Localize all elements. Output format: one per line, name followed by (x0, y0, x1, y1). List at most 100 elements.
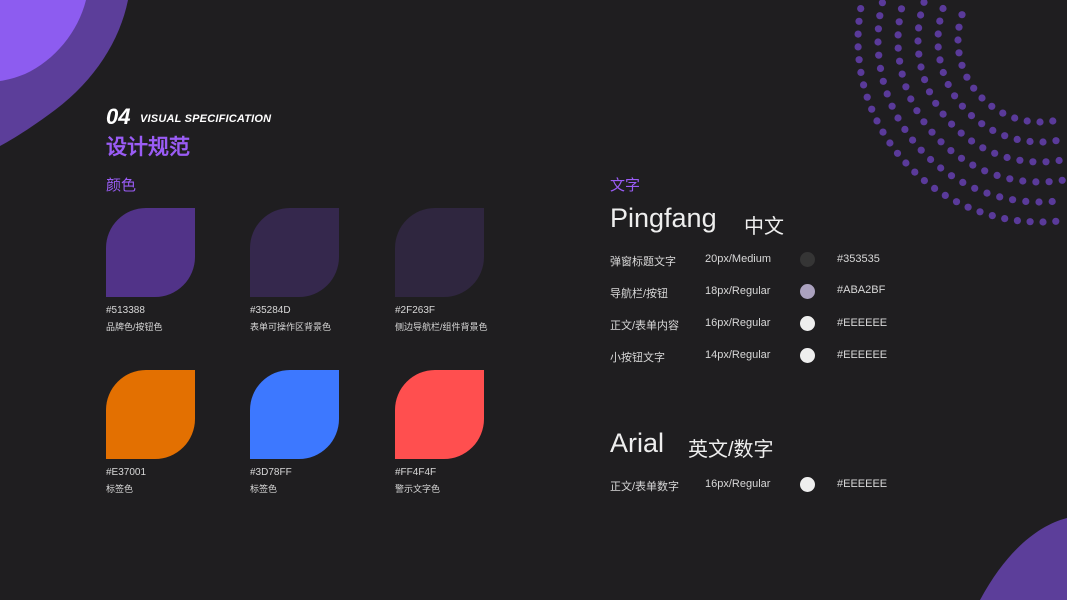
decorative-dot (964, 203, 972, 211)
type-row-hex: #353535 (837, 253, 880, 265)
decorative-dot (955, 23, 963, 31)
decorative-dot (1006, 175, 1014, 183)
decorative-dot (863, 93, 871, 101)
decorative-dot (1026, 218, 1034, 226)
decorative-dot (955, 49, 963, 57)
decorative-blob-bottom-right (980, 518, 1067, 600)
type-row-spec: 14px/Regular (705, 349, 771, 361)
type-color-dot (800, 477, 815, 492)
decorative-dot (932, 99, 940, 107)
decorative-dot (936, 17, 944, 25)
type-row-spec: 20px/Medium (705, 253, 772, 265)
type-row-spec: 18px/Regular (705, 285, 771, 297)
decorative-dot-arc (854, 0, 1066, 226)
decorative-dot (857, 5, 865, 13)
decorative-dot (978, 94, 986, 102)
decorative-dot (920, 118, 928, 126)
decorative-dot (958, 102, 966, 110)
decorative-dot (967, 112, 976, 120)
decorative-dot (931, 184, 939, 192)
decorative-dot (874, 38, 882, 46)
type-row-label: 正文/表单数字 (610, 481, 680, 493)
decorative-dot (1045, 178, 1053, 186)
decorative-dot (1052, 137, 1060, 145)
decorative-dot (920, 0, 928, 6)
decorative-dot (952, 198, 961, 206)
decorative-dot (1055, 156, 1063, 165)
decorative-dot (894, 44, 902, 52)
decorative-dot (1036, 118, 1044, 126)
decorative-dot (921, 76, 929, 84)
decorative-dot (925, 88, 934, 96)
decorative-dot (1001, 215, 1009, 223)
decorative-dot (1052, 217, 1060, 225)
decorative-dot (860, 81, 868, 89)
decorative-dot (1016, 156, 1024, 164)
decorative-dot (963, 73, 971, 81)
decorative-dot (873, 117, 881, 125)
decorative-dot (913, 107, 921, 115)
decorative-dot (971, 184, 979, 192)
color-hex-label: #35284D (250, 305, 291, 316)
color-usage-label: 表单可操作区背景色 (250, 322, 332, 332)
decorative-dot (951, 92, 959, 100)
decorative-dot (1039, 138, 1047, 146)
color-swatch (395, 208, 484, 297)
decorative-dot (981, 167, 989, 175)
type-color-dot (800, 348, 815, 363)
decorative-dot (969, 161, 977, 169)
decorative-dot (894, 114, 902, 122)
color-hex-label: #3D78FF (250, 467, 292, 478)
decorative-dot (854, 43, 862, 51)
decorative-dot (875, 51, 883, 59)
type-row-hex: #EEEEEE (837, 349, 888, 361)
decorative-dot (999, 109, 1007, 117)
decorative-dot (1048, 197, 1056, 206)
decorative-dot (937, 164, 945, 172)
type-row-hex: #EEEEEE (837, 317, 888, 329)
decorative-dot (868, 105, 876, 113)
decorative-dot (915, 50, 923, 58)
decorative-dot (1039, 218, 1047, 226)
type-row-hex: #EEEEEE (837, 478, 888, 490)
decorative-dot (855, 17, 863, 25)
decorative-dot (895, 18, 903, 26)
decorative-dot (934, 30, 942, 38)
decorative-dot (957, 154, 966, 162)
type-row-hex: #ABA2BF (837, 284, 886, 296)
typography-section-title: 文字 (610, 177, 641, 194)
decorative-dot (901, 125, 909, 133)
color-usage-label: 标签色 (106, 484, 134, 494)
decorative-dot (907, 95, 915, 103)
decorative-dot (1011, 114, 1019, 122)
decorative-dot (902, 159, 910, 167)
decorative-dot (1013, 135, 1021, 143)
font-name: Arial (610, 428, 665, 458)
decorative-dot (1029, 158, 1037, 166)
decorative-dot (1001, 132, 1009, 140)
decorative-dot (876, 12, 884, 20)
decorative-dot (993, 171, 1001, 179)
decorative-dot (939, 110, 947, 118)
type-row-spec: 16px/Regular (705, 478, 771, 490)
color-swatch (106, 208, 195, 297)
color-usage-label: 侧边导航栏/组件背景色 (395, 322, 488, 332)
decorative-dot (878, 0, 886, 7)
decorative-dot (896, 57, 904, 65)
page-title: 设计规范 (106, 136, 190, 159)
color-swatch (106, 370, 195, 459)
decorative-dot (947, 172, 956, 180)
decorative-dot (888, 102, 896, 110)
decorative-dot (879, 128, 887, 136)
color-hex-label: #513388 (106, 305, 145, 316)
decorative-dot (1026, 137, 1034, 146)
decorative-dot (1049, 117, 1057, 125)
decorative-dot (947, 147, 955, 155)
decorative-dot (874, 25, 882, 33)
decorative-dot (954, 36, 962, 44)
decorative-dot (876, 64, 885, 72)
color-usage-label: 标签色 (250, 484, 278, 494)
decorative-dot (1019, 177, 1027, 185)
decorative-dot (944, 80, 952, 89)
color-hex-label: #E37001 (106, 467, 147, 478)
